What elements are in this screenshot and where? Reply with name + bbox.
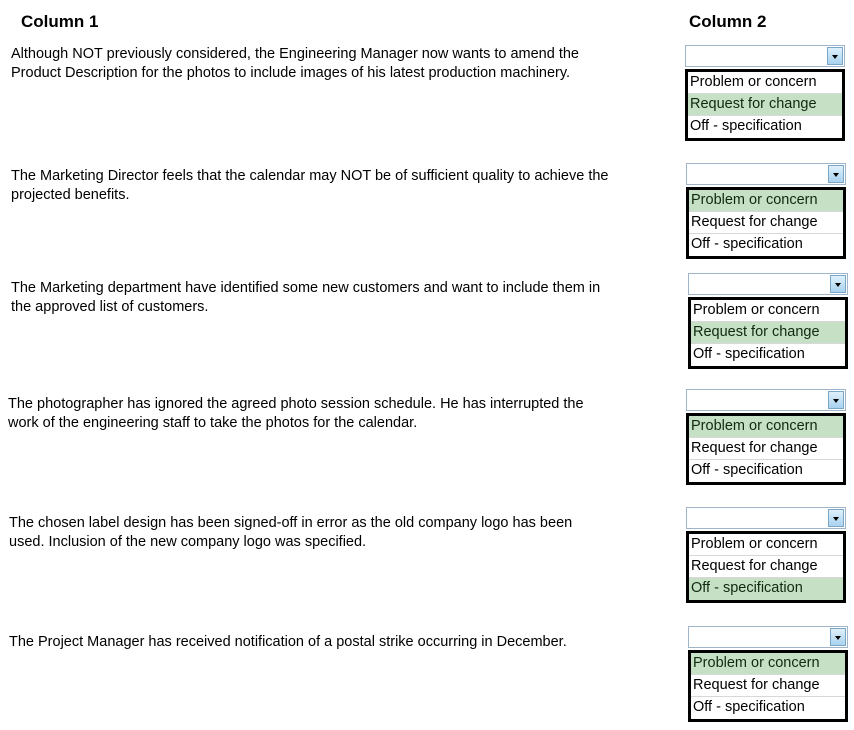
chevron-down-icon[interactable] <box>828 509 844 527</box>
dropdown-option[interactable]: Request for change <box>689 438 843 460</box>
statement-text: The Project Manager has received notific… <box>9 634 567 650</box>
answer-dropdown[interactable]: Problem or concern Request for change Off … <box>686 389 846 485</box>
dropdown-select-box[interactable] <box>688 626 848 648</box>
statement-text: The photographer has ignored the agreed … <box>8 396 584 431</box>
dropdown-select-box[interactable] <box>686 163 846 185</box>
dropdown-option[interactable]: Off - specification <box>691 697 845 719</box>
dropdown-option-list: Problem or concern Request for change Off … <box>686 531 846 603</box>
statement-text: Although NOT previously considered, the … <box>11 46 579 81</box>
column-1-header: Column 1 <box>21 12 99 31</box>
dropdown-option[interactable]: Request for change <box>691 675 845 697</box>
dropdown-option[interactable]: Off - specification <box>689 460 843 482</box>
dropdown-option-list: Problem or concern Request for change Off … <box>688 297 848 369</box>
dropdown-option-list: Problem or concern Request for change Off … <box>686 187 846 259</box>
dropdown-option[interactable]: Problem or concern <box>691 300 845 322</box>
chevron-down-icon[interactable] <box>830 628 846 646</box>
dropdown-option[interactable]: Request for change <box>689 556 843 578</box>
chevron-down-icon[interactable] <box>828 165 844 183</box>
answer-dropdown[interactable]: Problem or concern Request for change Off … <box>685 45 845 141</box>
answer-dropdown[interactable]: Problem or concern Request for change Off … <box>688 273 848 369</box>
statement-text: The Marketing Director feels that the ca… <box>11 168 609 203</box>
dropdown-select-box[interactable] <box>686 389 846 411</box>
dropdown-option[interactable]: Off - specification <box>689 234 843 256</box>
dropdown-option[interactable]: Problem or concern <box>688 72 842 94</box>
answer-dropdown[interactable]: Problem or concern Request for change Off … <box>686 507 846 603</box>
column-2-header: Column 2 <box>689 12 767 31</box>
chevron-down-icon[interactable] <box>827 47 843 65</box>
chevron-down-icon[interactable] <box>828 391 844 409</box>
dropdown-option-list: Problem or concern Request for change Off … <box>686 413 846 485</box>
dropdown-option[interactable]: Off - specification <box>688 116 842 138</box>
answer-dropdown[interactable]: Problem or concern Request for change Off … <box>686 163 846 259</box>
dropdown-option[interactable]: Request for change <box>691 322 845 344</box>
dropdown-option[interactable]: Problem or concern <box>691 653 845 675</box>
dropdown-option[interactable]: Off - specification <box>689 578 843 600</box>
dropdown-option[interactable]: Request for change <box>688 94 842 116</box>
dropdown-select-box[interactable] <box>685 45 845 67</box>
dropdown-option[interactable]: Problem or concern <box>689 534 843 556</box>
dropdown-option[interactable]: Problem or concern <box>689 416 843 438</box>
answer-dropdown[interactable]: Problem or concern Request for change Off … <box>688 626 848 722</box>
dropdown-option-list: Problem or concern Request for change Off … <box>685 69 845 141</box>
dropdown-option[interactable]: Off - specification <box>691 344 845 366</box>
chevron-down-icon[interactable] <box>830 275 846 293</box>
statement-text: The chosen label design has been signed-… <box>9 515 573 550</box>
dropdown-option[interactable]: Problem or concern <box>689 190 843 212</box>
dropdown-option-list: Problem or concern Request for change Off … <box>688 650 848 722</box>
dropdown-select-box[interactable] <box>686 507 846 529</box>
dropdown-select-box[interactable] <box>688 273 848 295</box>
dropdown-option[interactable]: Request for change <box>689 212 843 234</box>
statement-text: The Marketing department have identified… <box>11 280 601 315</box>
